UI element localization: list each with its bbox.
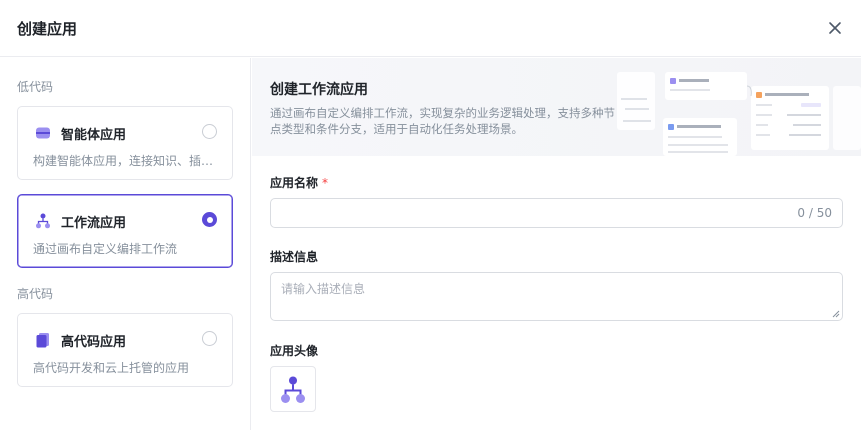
- card-workflow-app[interactable]: 工作流应用 通过画布自定义编排工作流: [17, 194, 233, 268]
- required-mark: *: [322, 176, 329, 190]
- group-label-low-code: 低代码: [17, 80, 54, 94]
- app-form-panel: 创建工作流应用 通过画布自定义编排工作流，实现复杂的业务逻辑处理，支持多种节点类…: [252, 58, 861, 430]
- group-label-high-code: 高代码: [17, 287, 54, 301]
- workflow-banner: 创建工作流应用 通过画布自定义编排工作流，实现复杂的业务逻辑处理，支持多种节点类…: [252, 58, 861, 156]
- resize-grip-icon[interactable]: [832, 310, 840, 318]
- dialog-title: 创建应用: [17, 20, 78, 38]
- card-high-code-app[interactable]: 高代码应用 高代码开发和云上托管的应用: [17, 313, 233, 387]
- card-title: 工作流应用: [61, 216, 127, 231]
- avatar-field-label: 应用头像: [270, 344, 319, 358]
- card-title: 智能体应用: [61, 128, 127, 143]
- name-char-counter: 0 / 50: [797, 206, 832, 220]
- name-field-label: 应用名称 *: [270, 176, 329, 190]
- app-type-sidebar: 低代码 智能体应用 构建智能体应用，连接知识、插件… 工作流应用 通过画布自定义…: [0, 58, 251, 430]
- description-placeholder: 请输入描述信息: [281, 282, 366, 296]
- card-description: 通过画布自定义编排工作流: [33, 242, 178, 256]
- close-icon[interactable]: [826, 19, 844, 37]
- radio-high-code-app[interactable]: [202, 331, 217, 346]
- card-agent-app[interactable]: 智能体应用 构建智能体应用，连接知识、插件…: [17, 106, 233, 180]
- app-name-input[interactable]: 0 / 50: [270, 198, 843, 228]
- workflow-preview-illustration: [617, 72, 861, 156]
- radio-agent-app[interactable]: [202, 124, 217, 139]
- agent-icon: [36, 127, 50, 139]
- banner-description: 通过画布自定义编排工作流，实现复杂的业务逻辑处理，支持多种节点类型和条件分支，适…: [270, 106, 615, 136]
- radio-workflow-app[interactable]: [202, 212, 217, 227]
- create-app-dialog: 创建应用 低代码 智能体应用 构建智能体应用，连接知识、插件… 工作流应用 通过…: [0, 0, 861, 430]
- workflow-icon: [36, 213, 50, 229]
- code-file-icon: [36, 333, 49, 348]
- card-description: 高代码开发和云上托管的应用: [33, 361, 190, 375]
- description-field-label: 描述信息: [270, 250, 319, 264]
- dialog-header: 创建应用: [0, 0, 861, 57]
- card-title: 高代码应用: [61, 335, 127, 350]
- app-avatar-picker[interactable]: [270, 366, 316, 412]
- description-textarea[interactable]: 请输入描述信息: [270, 272, 843, 321]
- card-description: 构建智能体应用，连接知识、插件…: [33, 154, 223, 168]
- workflow-icon: [281, 376, 305, 403]
- banner-title: 创建工作流应用: [270, 82, 368, 98]
